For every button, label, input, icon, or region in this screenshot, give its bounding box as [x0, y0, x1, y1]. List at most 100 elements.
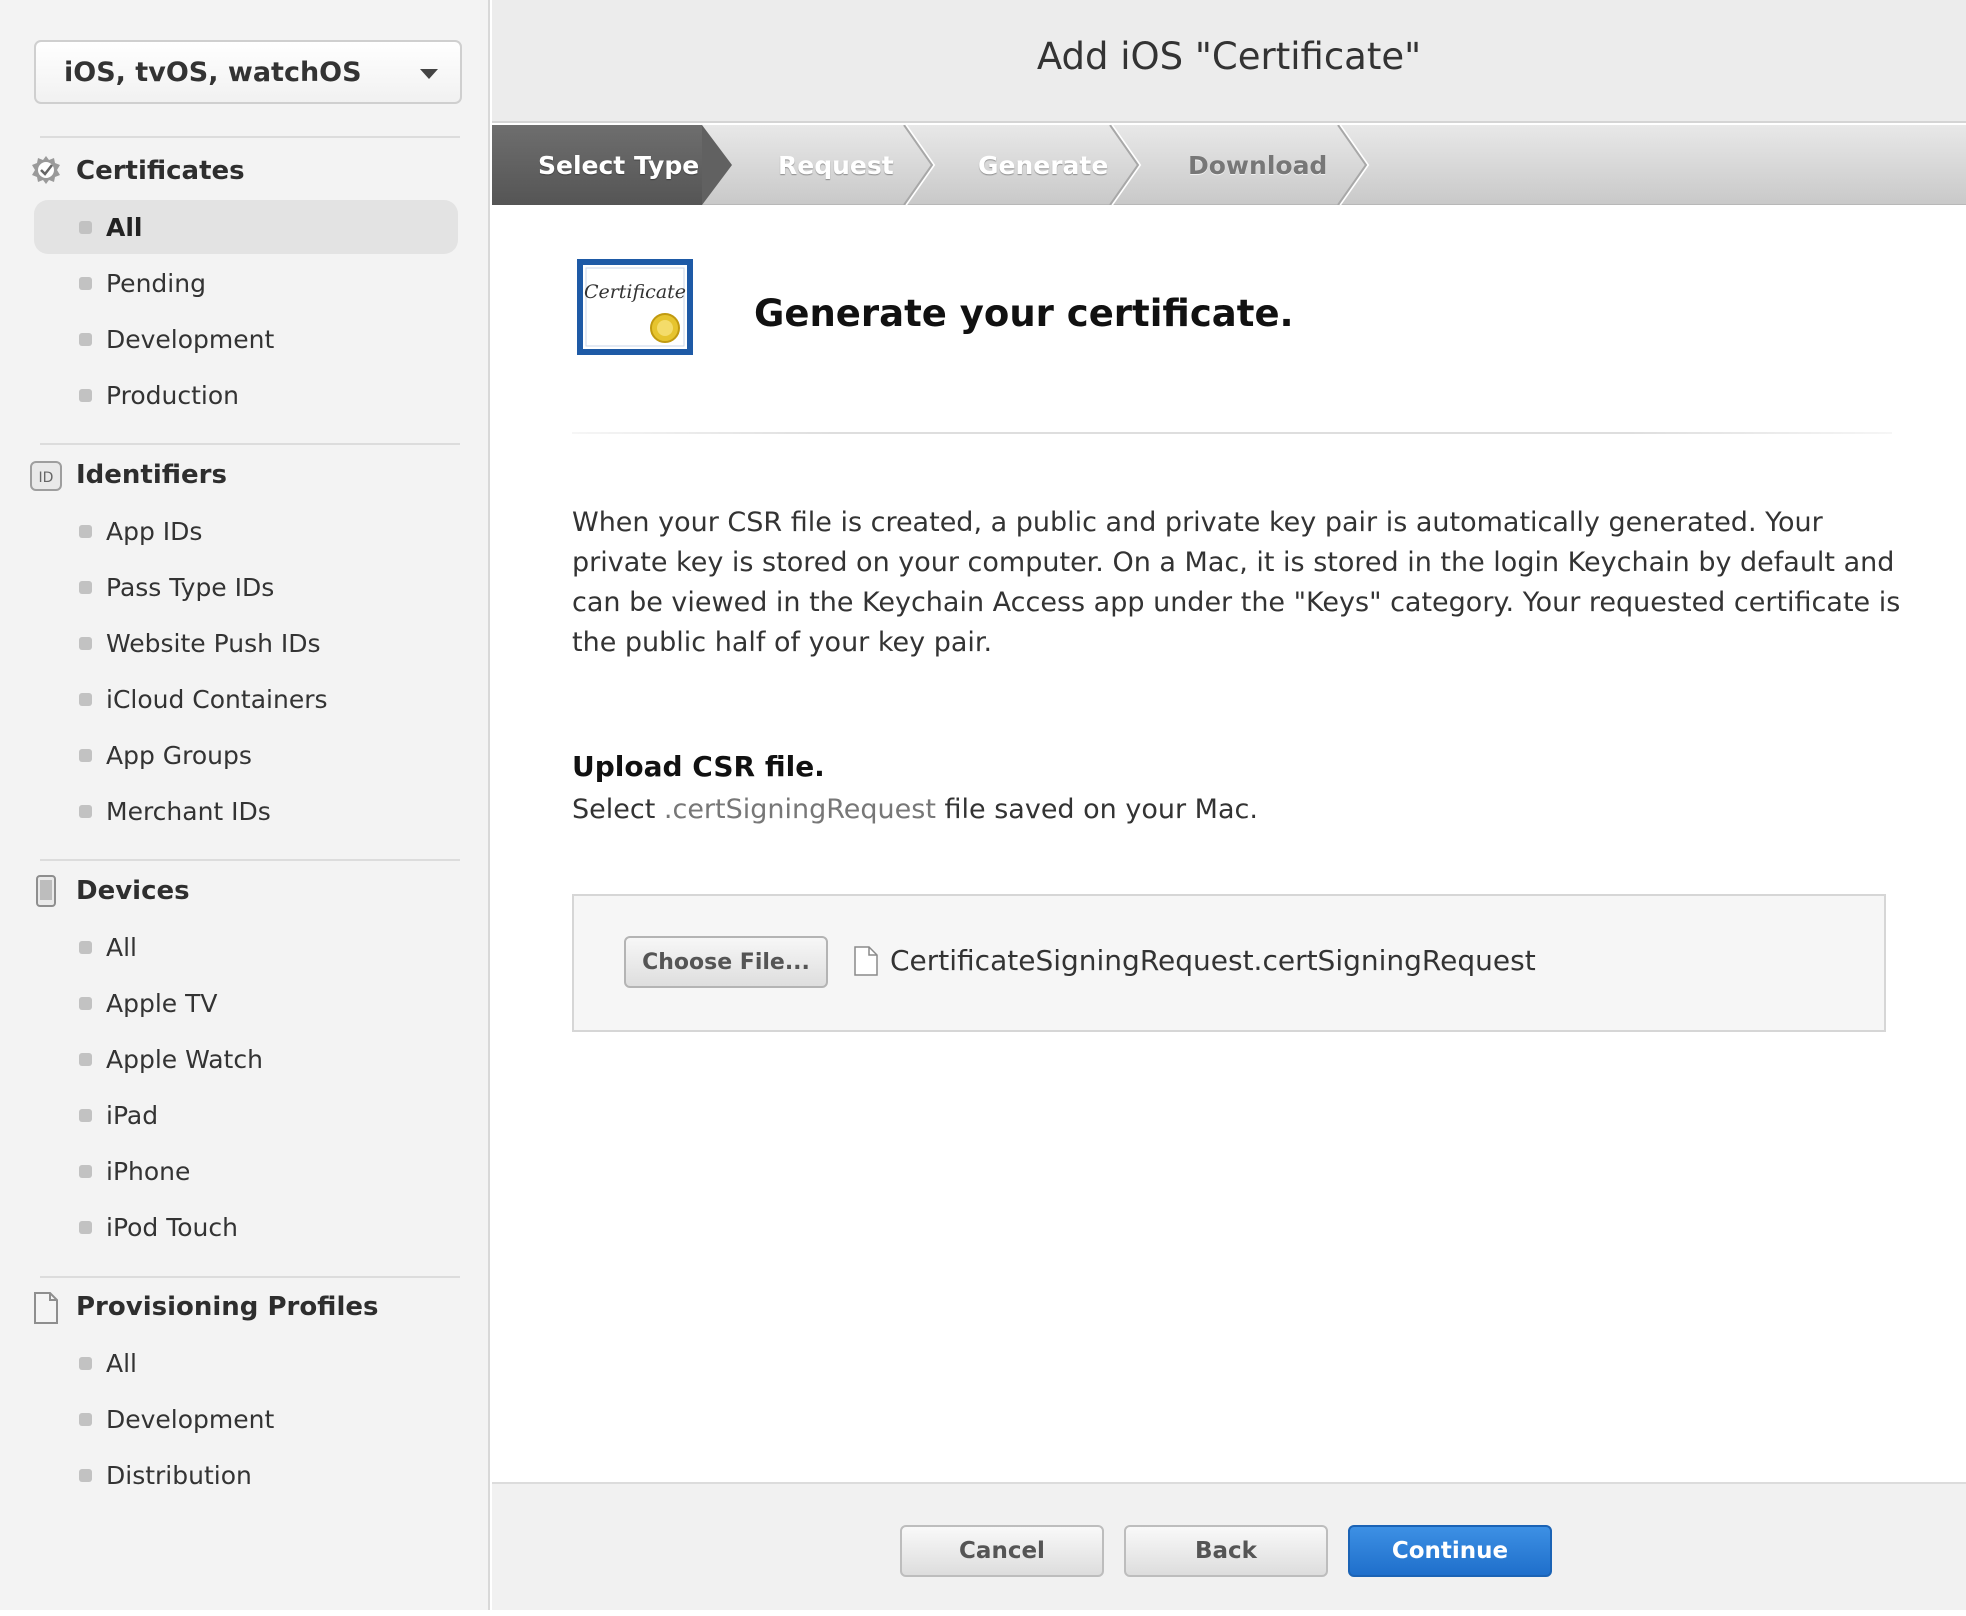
sidebar-item-icloud-containers[interactable]: iCloud Containers: [34, 672, 458, 726]
bullet-icon: [79, 1109, 92, 1122]
step-request: Request: [778, 125, 894, 205]
sidebar-divider: [40, 859, 460, 861]
sidebar-item-certificates-all[interactable]: All: [34, 200, 458, 254]
step-label: Generate: [978, 150, 1109, 180]
upload-heading: Upload CSR file.: [572, 750, 825, 783]
footer-actions: Cancel Back Continue: [492, 1482, 1966, 1610]
bullet-icon: [79, 525, 92, 538]
step-progress-bar: Select Type Request Generate Download: [492, 125, 1966, 205]
instructions-suffix: file saved on your Mac.: [935, 794, 1258, 825]
id-badge-text: ID: [39, 470, 54, 486]
sidebar-item-certificates-pending[interactable]: Pending: [34, 256, 458, 310]
instructions-prefix: Select: [572, 794, 664, 825]
sidebar-item-apple-watch[interactable]: Apple Watch: [34, 1032, 458, 1086]
sidebar-item-ipod-touch[interactable]: iPod Touch: [34, 1200, 458, 1254]
sidebar-item-label: All: [106, 932, 137, 962]
sidebar-item-merchant-ids[interactable]: Merchant IDs: [34, 784, 458, 838]
sidebar-item-label: Apple TV: [106, 988, 218, 1018]
description-text: When your CSR file is created, a public …: [572, 507, 1901, 658]
sidebar-item-apple-tv[interactable]: Apple TV: [34, 976, 458, 1030]
bullet-icon: [79, 1165, 92, 1178]
choose-file-button[interactable]: Choose File...: [624, 936, 828, 988]
bullet-icon: [79, 997, 92, 1010]
sidebar-item-profiles-all[interactable]: All: [34, 1336, 458, 1390]
content-divider: [572, 432, 1892, 434]
page-header: Add iOS "Certificate": [492, 0, 1966, 123]
sidebar-item-app-groups[interactable]: App Groups: [34, 728, 458, 782]
chevron-right-icon: [1337, 125, 1370, 205]
file-upload-box: Choose File... CertificateSigningRequest…: [572, 894, 1886, 1032]
chevron-right-icon: [1109, 125, 1142, 205]
sidebar-item-label: Pending: [106, 268, 206, 298]
continue-button[interactable]: Continue: [1348, 1525, 1552, 1577]
sidebar-item-profiles-development[interactable]: Development: [34, 1392, 458, 1446]
sidebar-item-website-push-ids[interactable]: Website Push IDs: [34, 616, 458, 670]
sidebar-item-label: Apple Watch: [106, 1044, 263, 1074]
bullet-icon: [79, 1469, 92, 1482]
sidebar-item-iphone[interactable]: iPhone: [34, 1144, 458, 1198]
sidebar-item-pass-type-ids[interactable]: Pass Type IDs: [34, 560, 458, 614]
content-heading: Generate your certificate.: [754, 292, 1294, 335]
sidebar-item-label: Distribution: [106, 1460, 252, 1490]
sidebar-divider: [40, 136, 460, 138]
chevron-down-icon: [420, 69, 438, 79]
step-select-type: Select Type: [492, 125, 702, 205]
page-title: Add iOS "Certificate": [1036, 35, 1422, 78]
upload-instructions: Select .certSigningRequest file saved on…: [572, 794, 1258, 825]
sidebar-item-label: Production: [106, 380, 240, 410]
bullet-icon: [79, 749, 92, 762]
section-title-provisioning-profiles: Provisioning Profiles: [76, 1292, 379, 1322]
bullet-icon: [79, 221, 92, 234]
sidebar-item-label: Development: [106, 324, 275, 354]
bullet-icon: [79, 637, 92, 650]
section-title-certificates: Certificates: [76, 156, 245, 186]
sidebar-item-label: iCloud Containers: [106, 684, 328, 714]
sidebar-item-label: Website Push IDs: [106, 628, 321, 658]
bullet-icon: [79, 941, 92, 954]
bullet-icon: [79, 581, 92, 594]
bullet-icon: [79, 1357, 92, 1370]
sidebar-item-label: All: [106, 212, 143, 242]
bullet-icon: [79, 805, 92, 818]
cancel-button[interactable]: Cancel: [900, 1525, 1104, 1577]
step-label: Select Type: [538, 150, 700, 180]
bullet-icon: [79, 1221, 92, 1234]
certificate-icon-text: Certificate: [584, 281, 686, 303]
id-badge-icon: ID: [30, 460, 62, 492]
back-button[interactable]: Back: [1124, 1525, 1328, 1577]
sidebar-item-label: App IDs: [106, 516, 203, 546]
sidebar-item-certificates-production[interactable]: Production: [34, 368, 458, 422]
active-step-arrow: [702, 125, 732, 205]
chevron-right-icon: [903, 125, 936, 205]
content-area: Certificate Generate your certificate. W…: [492, 206, 1966, 1482]
document-icon: [30, 1292, 62, 1324]
platform-select[interactable]: iOS, tvOS, watchOS: [34, 40, 462, 104]
sidebar-item-certificates-development[interactable]: Development: [34, 312, 458, 366]
bullet-icon: [79, 693, 92, 706]
sidebar-item-label: iPad: [106, 1100, 159, 1130]
sidebar-item-label: iPod Touch: [106, 1212, 238, 1242]
sidebar-item-profiles-distribution[interactable]: Distribution: [34, 1448, 458, 1502]
section-title-identifiers: Identifiers: [76, 460, 227, 490]
bullet-icon: [79, 333, 92, 346]
certificate-badge-icon: [30, 154, 62, 186]
step-label: Request: [778, 150, 894, 180]
sidebar-item-label: All: [106, 1348, 137, 1378]
sidebar-item-label: App Groups: [106, 740, 252, 770]
platform-select-value: iOS, tvOS, watchOS: [64, 56, 362, 88]
selected-file-name: CertificateSigningRequest.certSigningReq…: [890, 944, 1536, 977]
sidebar-divider: [40, 1276, 460, 1278]
bullet-icon: [79, 277, 92, 290]
sidebar-item-app-ids[interactable]: App IDs: [34, 504, 458, 558]
step-label: Download: [1188, 150, 1328, 180]
sidebar-divider: [40, 443, 460, 445]
sidebar-item-label: Pass Type IDs: [106, 572, 275, 602]
sidebar-item-ipad[interactable]: iPad: [34, 1088, 458, 1142]
certificate-icon: Certificate: [577, 259, 693, 355]
sidebar-item-label: Merchant IDs: [106, 796, 271, 826]
device-icon: [30, 875, 62, 907]
step-download: Download: [1188, 125, 1327, 205]
bullet-icon: [79, 1413, 92, 1426]
file-icon: [854, 946, 878, 976]
sidebar-item-devices-all[interactable]: All: [34, 920, 458, 974]
